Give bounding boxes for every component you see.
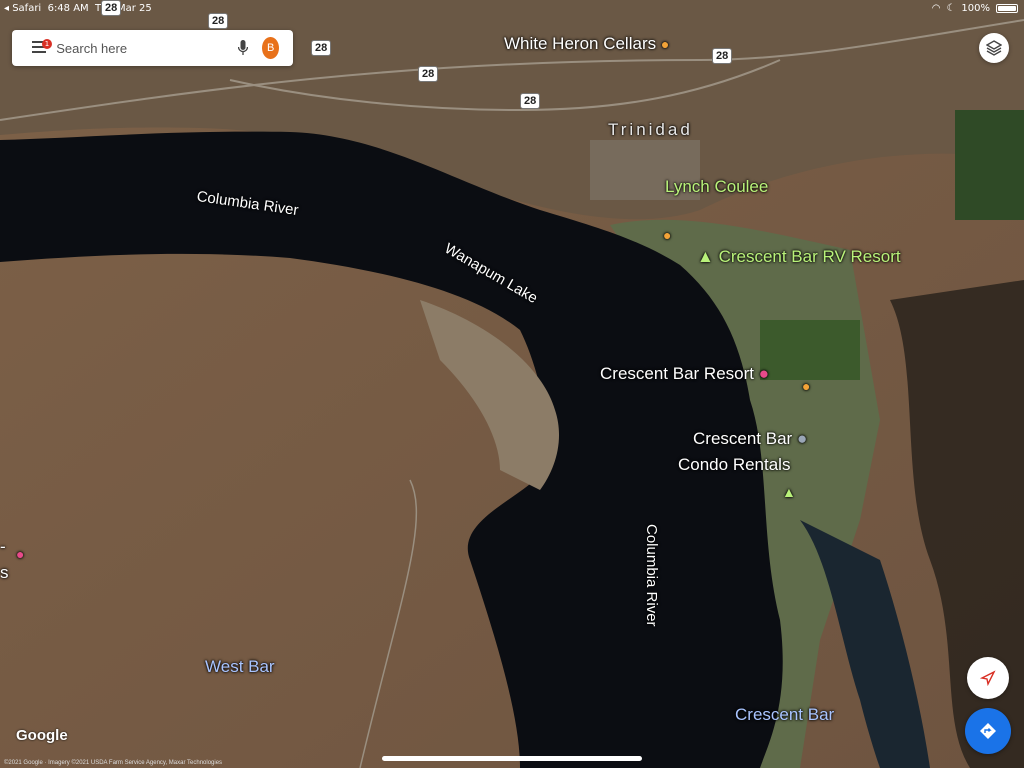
search-input[interactable] — [42, 39, 235, 57]
compass-icon — [980, 670, 996, 686]
layers-icon — [986, 40, 1002, 56]
restaurant-icon[interactable]: ● — [663, 227, 671, 243]
highway-shield[interactable]: 28 — [418, 66, 439, 82]
highway-shield[interactable]: 28 — [101, 0, 122, 16]
highway-shield[interactable]: 28 — [712, 48, 733, 64]
mic-icon[interactable] — [234, 30, 252, 66]
location-icon: ● — [796, 429, 808, 448]
campground-icon: ▲ — [697, 247, 714, 266]
satellite-map[interactable] — [0, 0, 1024, 768]
menu-button[interactable]: 1 — [12, 30, 52, 66]
columbia-river-south-label: Columbia River — [643, 524, 660, 627]
edge-label-fragment: s — [0, 563, 9, 582]
highway-shield[interactable]: 28 — [208, 13, 229, 29]
status-bar: ◂ Safari 6:48 AM Thu Mar 25 ◠ ☾ 100% — [0, 0, 1024, 18]
moon-icon: ☾ — [946, 3, 956, 14]
notification-badge: 1 — [42, 39, 52, 49]
white-heron-cellars-label[interactable]: White Heron Cellars ● — [504, 34, 669, 54]
lynch-coulee-label[interactable]: Lynch Coulee — [665, 177, 768, 197]
trinidad-label[interactable]: Trinidad — [608, 120, 693, 140]
carrier-label: ◂ Safari — [4, 3, 42, 14]
west-bar-label[interactable]: West Bar — [205, 657, 275, 677]
highway-shield[interactable]: 28 — [520, 93, 541, 109]
search-bar[interactable]: 1 B — [12, 30, 293, 66]
avatar[interactable]: B — [262, 37, 279, 59]
hotel-icon[interactable]: ● — [16, 546, 24, 562]
restaurant-icon[interactable]: ● — [802, 378, 810, 394]
battery-icon — [996, 4, 1018, 13]
highway-shield[interactable]: 28 — [311, 40, 332, 56]
rv-resort-label[interactable]: ▲ Crescent Bar RV Resort — [697, 247, 901, 267]
google-logo: Google — [16, 727, 68, 744]
attribution-text[interactable]: ©2021 Google · Imagery ©2021 USDA Farm S… — [4, 760, 222, 766]
compass-button[interactable] — [967, 657, 1009, 699]
condo-rentals-label[interactable]: Crescent Bar ● — [693, 429, 807, 449]
home-indicator[interactable] — [382, 756, 642, 761]
edge-label-fragment: - — [0, 537, 6, 556]
time-label: 6:48 AM — [47, 3, 89, 14]
crescent-bar-label[interactable]: Crescent Bar — [735, 705, 834, 725]
crescent-bar-resort-label[interactable]: Crescent Bar Resort ● — [600, 364, 769, 384]
directions-button[interactable] — [965, 708, 1011, 754]
wifi-icon: ◠ — [931, 3, 941, 14]
directions-icon — [980, 723, 996, 739]
campground-icon[interactable]: ▲ — [782, 484, 796, 500]
battery-label: 100% — [961, 3, 990, 14]
condo-rentals-label-line2[interactable]: Condo Rentals — [678, 455, 790, 475]
layers-button[interactable] — [979, 33, 1009, 63]
wine-icon: ● — [660, 36, 670, 52]
hotel-icon: ● — [758, 364, 770, 383]
